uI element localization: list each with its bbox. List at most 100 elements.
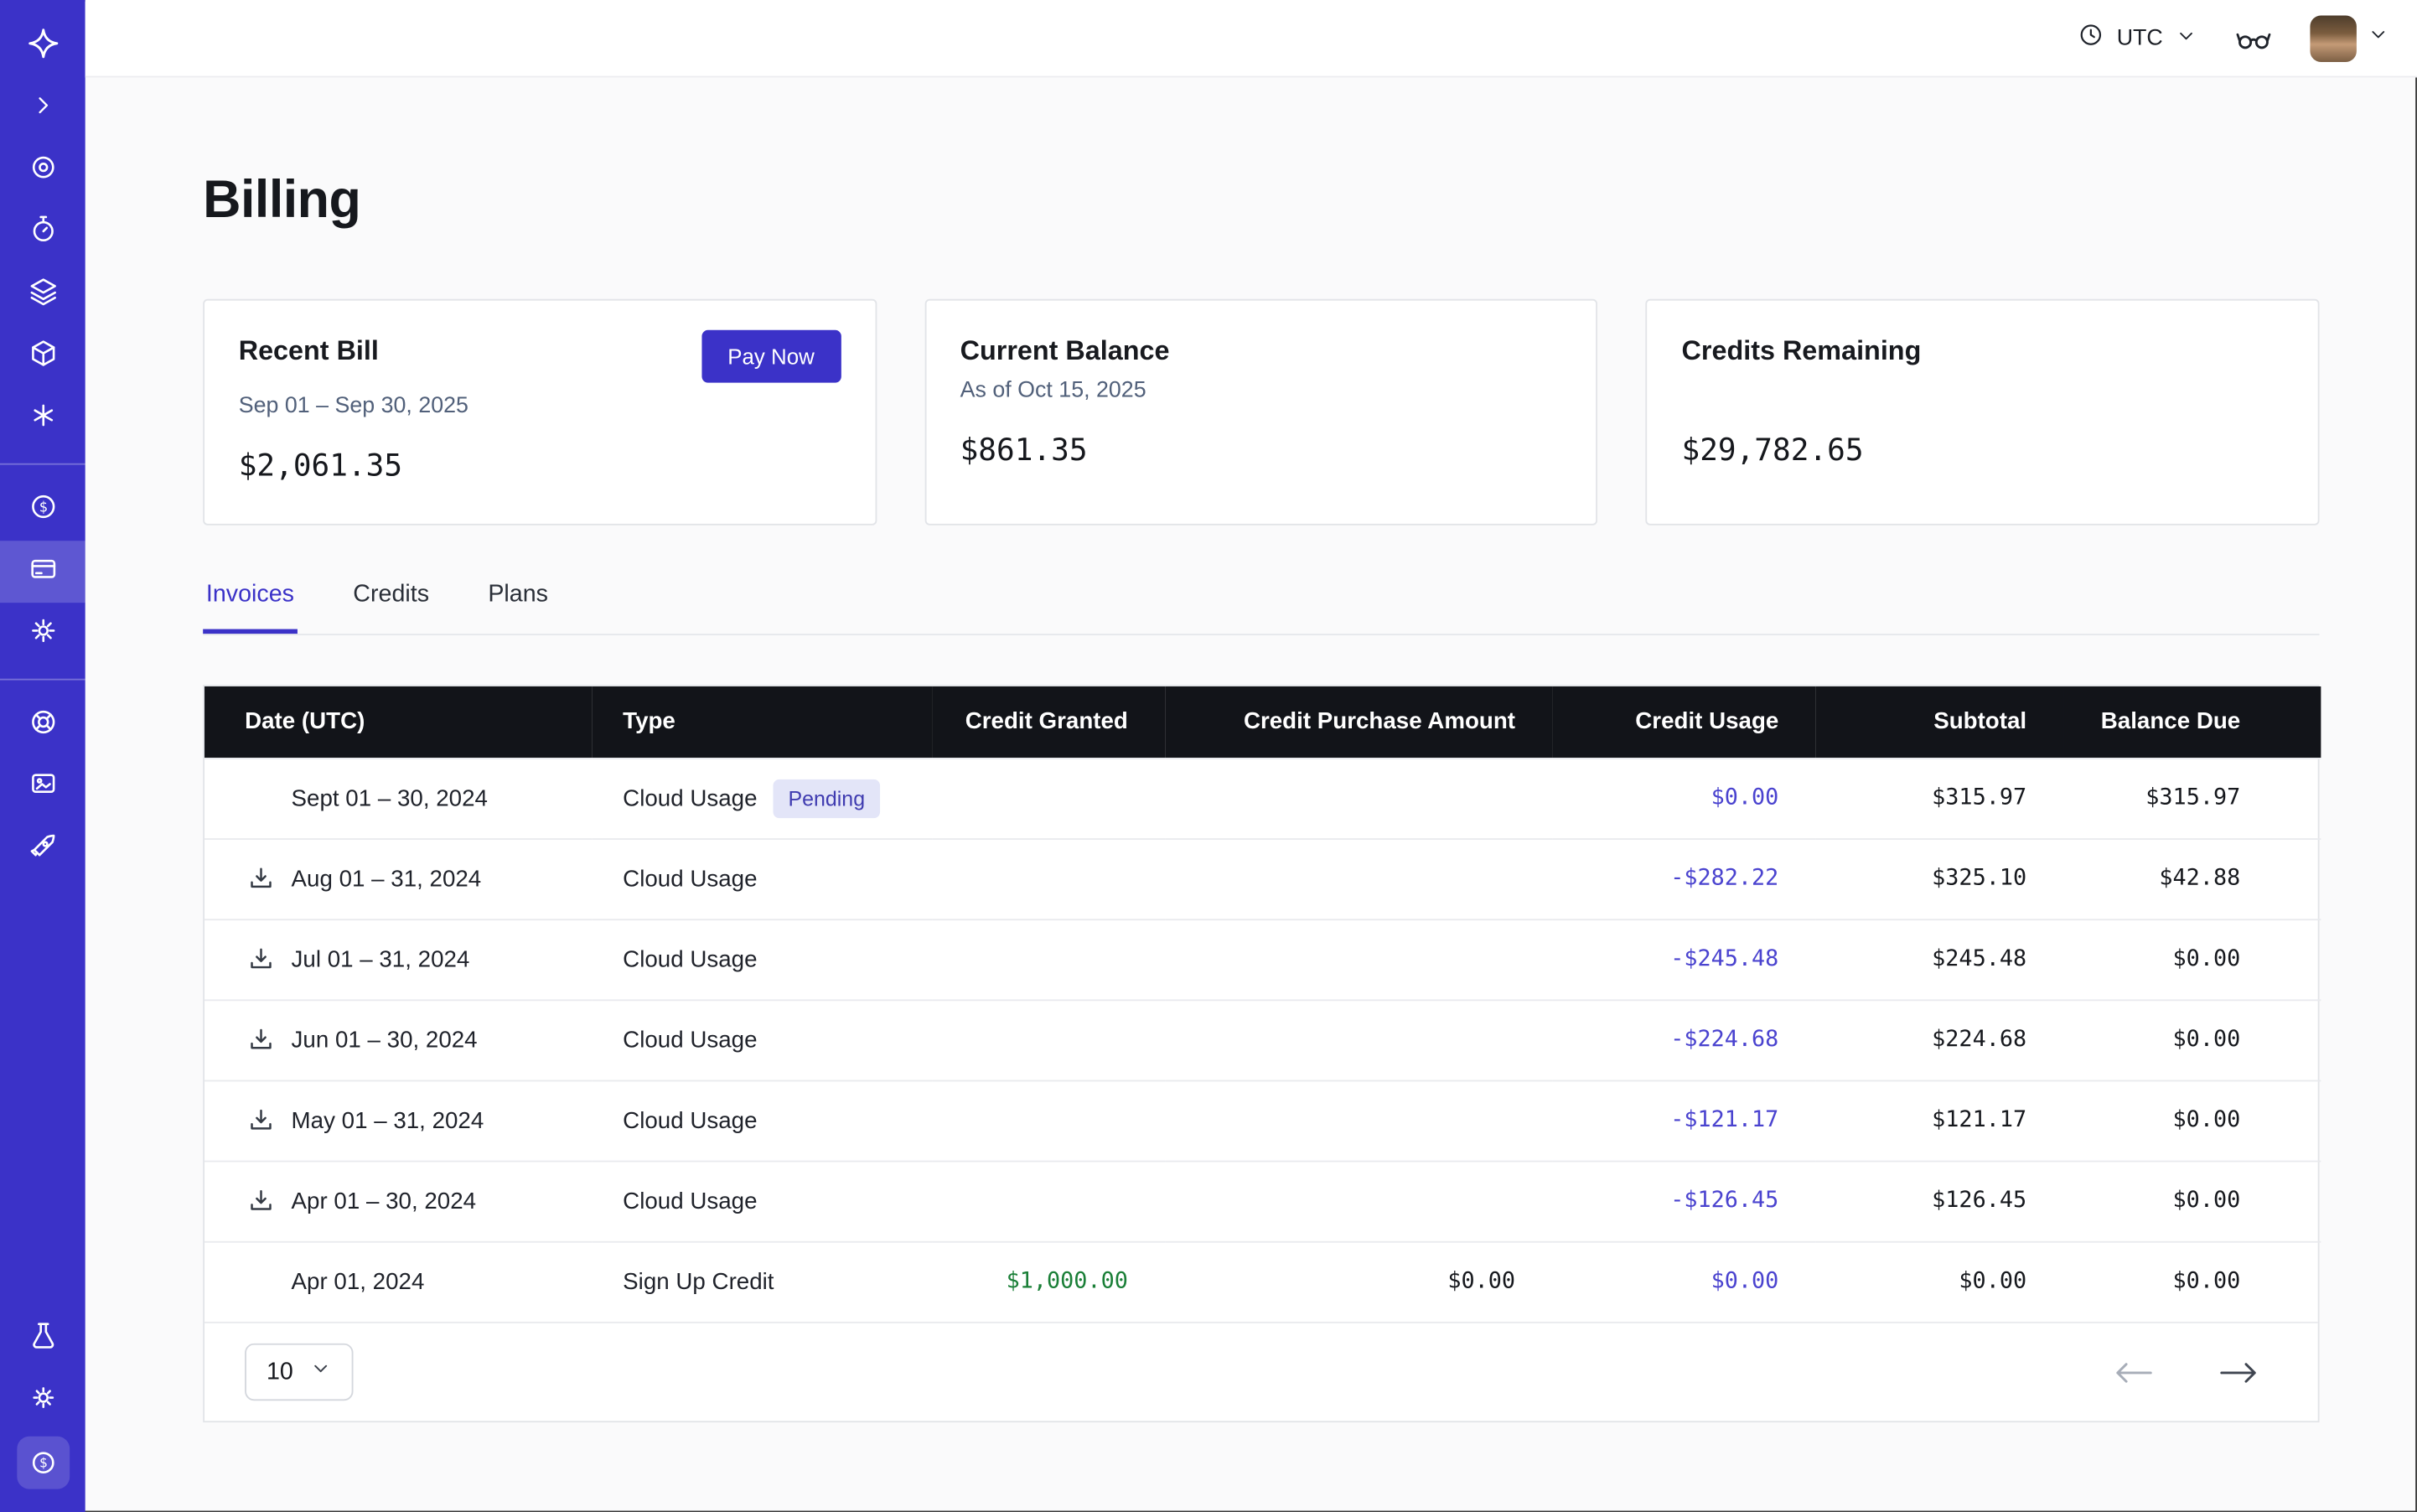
invoice-date: May 01 – 31, 2024 (292, 1107, 484, 1133)
download-invoice-icon[interactable] (245, 1024, 276, 1055)
table-footer: 10 (204, 1322, 2318, 1421)
cell-amount: $0.00 (1552, 1241, 1815, 1322)
tab-invoices[interactable]: Invoices (203, 581, 298, 634)
sidebar: $ $ (0, 0, 85, 1512)
cell-amount (1165, 838, 1552, 919)
sidebar-item-billing[interactable] (0, 541, 85, 603)
chevron-down-icon (2368, 23, 2389, 53)
sidebar-collapse-button[interactable] (0, 77, 85, 139)
cell-date: Jul 01 – 31, 2024 (204, 919, 592, 999)
cell-amount (1165, 919, 1552, 999)
sidebar-item-deploy[interactable] (0, 818, 85, 880)
column-header-subtotal: Subtotal (1816, 686, 2064, 758)
cube-icon (27, 337, 58, 375)
account-menu[interactable] (2310, 15, 2389, 61)
invoice-type: Cloud Usage (623, 866, 757, 892)
cell-amount: $0.00 (2063, 1161, 2321, 1241)
view-as-glasses-icon[interactable] (2234, 23, 2273, 54)
sparkle-logo-icon (26, 26, 60, 68)
previous-page-arrow-icon[interactable] (2114, 1358, 2154, 1385)
sidebar-item-usage[interactable]: $ (0, 479, 85, 541)
card-subtitle: Sep 01 – Sep 30, 2025 (239, 394, 841, 422)
sidebar-divider (0, 463, 85, 465)
asterisk-icon (27, 399, 58, 438)
gear-icon (27, 614, 58, 653)
cell-amount: $325.10 (1816, 838, 2064, 919)
recent-bill-card: Recent Bill Pay Now Sep 01 – Sep 30, 202… (203, 299, 877, 526)
billing-page: Billing Recent Bill Pay Now Sep 01 – Sep… (85, 77, 2417, 1512)
summary-cards: Recent Bill Pay Now Sep 01 – Sep 30, 202… (203, 299, 2319, 526)
card-amount: $2,061.35 (239, 448, 841, 484)
sidebar-item-support[interactable] (0, 694, 85, 756)
sidebar-item-settings[interactable] (0, 603, 85, 665)
sidebar-item-credits[interactable]: $ (0, 1432, 85, 1494)
topbar: UTC (85, 0, 2417, 77)
tab-plans[interactable]: Plans (485, 581, 551, 634)
sidebar-item-labs[interactable] (0, 1307, 85, 1370)
column-header-credit-granted: Credit Granted (933, 686, 1165, 758)
cell-amount (933, 919, 1165, 999)
invoice-row: Jun 01 – 30, 2024Cloud Usage-$224.68$224… (204, 999, 2321, 1080)
chevron-down-icon (2176, 24, 2197, 52)
timezone-selector[interactable]: UTC (2078, 22, 2197, 54)
sidebar-logo[interactable] (0, 15, 85, 77)
pay-now-button[interactable]: Pay Now (701, 330, 841, 383)
download-invoice-icon[interactable] (245, 1185, 276, 1216)
invoice-date: Apr 01 – 30, 2024 (292, 1188, 476, 1214)
sidebar-item-activity[interactable] (0, 201, 85, 263)
app-window: $ $ UTC (0, 0, 2417, 1512)
sidebar-item-containers[interactable] (0, 325, 85, 387)
cell-amount: $0.00 (1552, 758, 1815, 838)
next-page-arrow-icon[interactable] (2218, 1358, 2259, 1385)
card-amount: $861.35 (960, 432, 1563, 469)
sun-icon (27, 1381, 58, 1420)
cell-amount (933, 758, 1165, 838)
target-icon (27, 151, 58, 189)
credit-card-icon (27, 552, 58, 591)
credits-remaining-card: Credits Remaining $29,782.65 (1646, 299, 2320, 526)
sidebar-item-theme[interactable] (0, 1370, 85, 1432)
cell-type: Cloud Usage (592, 838, 933, 919)
column-header-credit-purchase: Credit Purchase Amount (1165, 686, 1552, 758)
user-avatar (2310, 15, 2356, 61)
cell-amount (1165, 999, 1552, 1080)
cell-amount: -$224.68 (1552, 999, 1815, 1080)
invoice-date: Sept 01 – 30, 2024 (292, 784, 488, 810)
sidebar-item-resources[interactable] (0, 139, 85, 201)
cell-type: Cloud Usage (592, 919, 933, 999)
invoice-type: Cloud Usage (623, 1107, 757, 1133)
monitor-icon (27, 768, 58, 806)
page-size-value: 10 (267, 1358, 293, 1385)
page-size-select[interactable]: 10 (245, 1344, 354, 1401)
cell-type: Sign Up Credit (592, 1241, 933, 1322)
cell-type: Cloud Usage (592, 1080, 933, 1161)
sidebar-divider (0, 679, 85, 681)
flask-icon (27, 1319, 58, 1358)
tab-credits[interactable]: Credits (350, 581, 432, 634)
card-subtitle: As of Oct 15, 2025 (960, 378, 1563, 406)
cell-amount (933, 1080, 1165, 1161)
page-title: Billing (203, 170, 2319, 230)
lifebuoy-icon (27, 706, 58, 744)
cell-date: Aug 01 – 31, 2024 (204, 838, 592, 919)
download-invoice-icon[interactable] (245, 944, 276, 975)
invoice-date: Jul 01 – 31, 2024 (292, 946, 470, 972)
cell-amount: $0.00 (2063, 1241, 2321, 1322)
invoice-row: Jul 01 – 31, 2024Cloud Usage-$245.48$245… (204, 919, 2321, 999)
cell-amount: -$126.45 (1552, 1161, 1815, 1241)
cell-amount: $121.17 (1816, 1080, 2064, 1161)
cell-amount: $0.00 (2063, 999, 2321, 1080)
sidebar-item-tutorials[interactable] (0, 756, 85, 818)
cell-amount: -$282.22 (1552, 838, 1815, 919)
cell-amount: $1,000.00 (933, 1241, 1165, 1322)
column-header-credit-usage: Credit Usage (1552, 686, 1815, 758)
cell-amount: $315.97 (2063, 758, 2321, 838)
download-invoice-icon[interactable] (245, 1105, 276, 1136)
card-subtitle (1681, 378, 2284, 406)
column-header-date: Date (UTC) (204, 686, 592, 758)
sidebar-item-functions[interactable] (0, 387, 85, 449)
cell-amount (933, 1161, 1165, 1241)
sidebar-item-layers[interactable] (0, 263, 85, 325)
dollar-coin-icon: $ (16, 1437, 69, 1489)
download-invoice-icon[interactable] (245, 863, 276, 894)
